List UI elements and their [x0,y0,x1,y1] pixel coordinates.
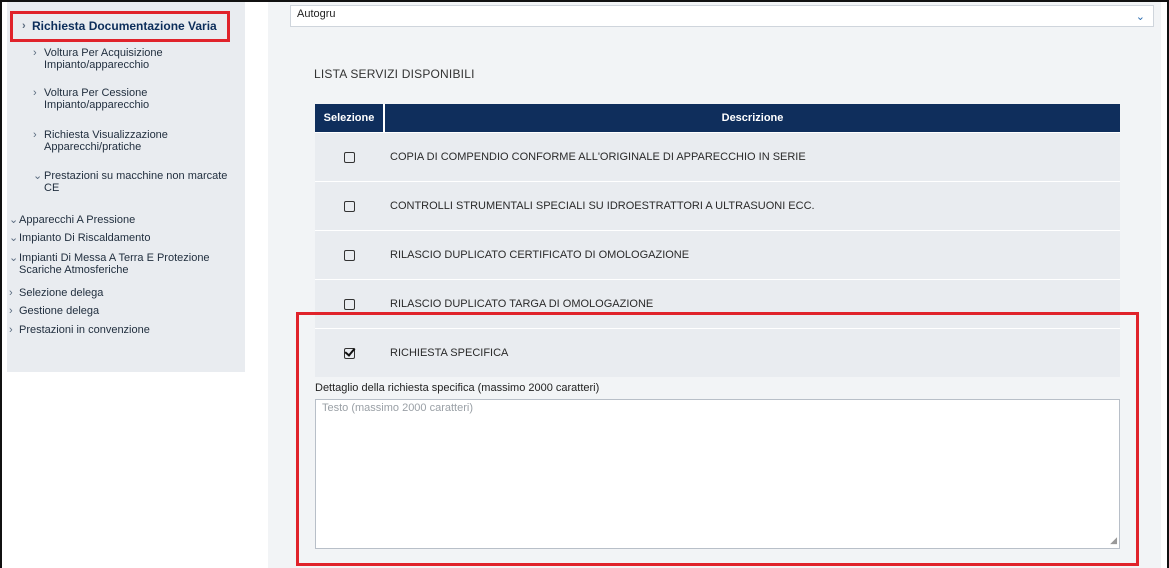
chevron-right-icon: › [33,87,37,99]
sidebar-item-gestione-delega[interactable]: › Gestione delega [9,305,99,317]
sidebar-item-label: Prestazioni su macchine non marcate CE [44,170,228,194]
sidebar-item-label: Richiesta Visualizzazione Apparecchi/pra… [44,129,168,153]
sidebar-item-prestazioni-non-ce[interactable]: ⌄ Prestazioni su macchine non marcate CE [33,170,238,194]
chevron-right-icon: › [33,47,37,59]
service-checkbox[interactable] [344,298,355,310]
sidebar-item-voltura-cessione[interactable]: › Voltura Per Cessione Impianto/apparecc… [33,87,193,111]
select-value: Autogru [297,8,336,20]
chevron-right-icon: › [9,324,13,336]
service-description: RILASCIO DUPLICATO CERTIFICATO DI OMOLOG… [384,230,1120,280]
service-checkbox[interactable] [344,151,355,163]
window-frame-left [0,0,2,568]
column-header-descrizione: Descrizione [384,104,1120,133]
chevron-right-icon: › [9,287,13,299]
sidebar-item-richiesta-visualizzazione[interactable]: › Richiesta Visualizzazione Apparecchi/p… [33,129,193,153]
service-checkbox[interactable] [344,200,355,212]
service-description: COPIA DI COMPENDIO CONFORME ALL'ORIGINAL… [384,132,1120,182]
service-checkbox[interactable] [344,249,355,261]
sidebar-item-label: Prestazioni in convenzione [19,324,150,336]
sidebar-item-label: Selezione delega [19,287,104,299]
sidebar-item-label: Voltura Per Acquisizione Impianto/appare… [44,47,163,71]
table-row: RILASCIO DUPLICATO CERTIFICATO DI OMOLOG… [315,230,1120,280]
chevron-down-icon: ⌄ [9,232,19,244]
apparecchio-select[interactable]: Autogru ⌄ [290,5,1154,27]
sidebar-item-label: Impianto Di Riscaldamento [19,232,151,244]
chevron-right-icon: › [9,305,13,317]
sidebar-item-apparecchi-pressione[interactable]: ⌄ Apparecchi A Pressione [9,214,135,226]
chevron-down-icon: ⌄ [9,214,19,226]
section-title: LISTA SERVIZI DISPONIBILI [314,67,475,81]
sidebar-item-prestazioni-convenzione[interactable]: › Prestazioni in convenzione [9,324,150,336]
chevron-down-icon: ⌄ [33,170,43,182]
sidebar-item-label: Gestione delega [19,305,100,317]
chevron-down-icon: ⌄ [9,252,19,264]
chevron-down-icon: ⌄ [1135,11,1145,23]
sidebar-item-label: Impianti Di Messa A Terra E Protezione S… [19,252,210,276]
highlight-box-richiesta-specifica [296,312,1139,566]
table-row: CONTROLLI STRUMENTALI SPECIALI SU IDROES… [315,181,1120,231]
sidebar-item-label: Voltura Per Cessione Impianto/apparecchi… [44,87,150,111]
sidebar-item-label: Apparecchi A Pressione [19,214,136,226]
chevron-right-icon: › [33,129,37,141]
highlight-box-sidebar [10,11,230,42]
service-description: CONTROLLI STRUMENTALI SPECIALI SU IDROES… [384,181,1120,231]
column-header-selezione: Selezione [315,104,385,133]
sidebar-item-impianto-riscaldamento[interactable]: ⌄ Impianto Di Riscaldamento [9,232,150,244]
table-row: COPIA DI COMPENDIO CONFORME ALL'ORIGINAL… [315,132,1120,182]
sidebar-item-voltura-acquisizione[interactable]: › Voltura Per Acquisizione Impianto/appa… [33,47,203,71]
sidebar-item-impianti-messa-a-terra[interactable]: ⌄ Impianti Di Messa A Terra E Protezione… [9,252,234,276]
sidebar-item-selezione-delega[interactable]: › Selezione delega [9,287,103,299]
